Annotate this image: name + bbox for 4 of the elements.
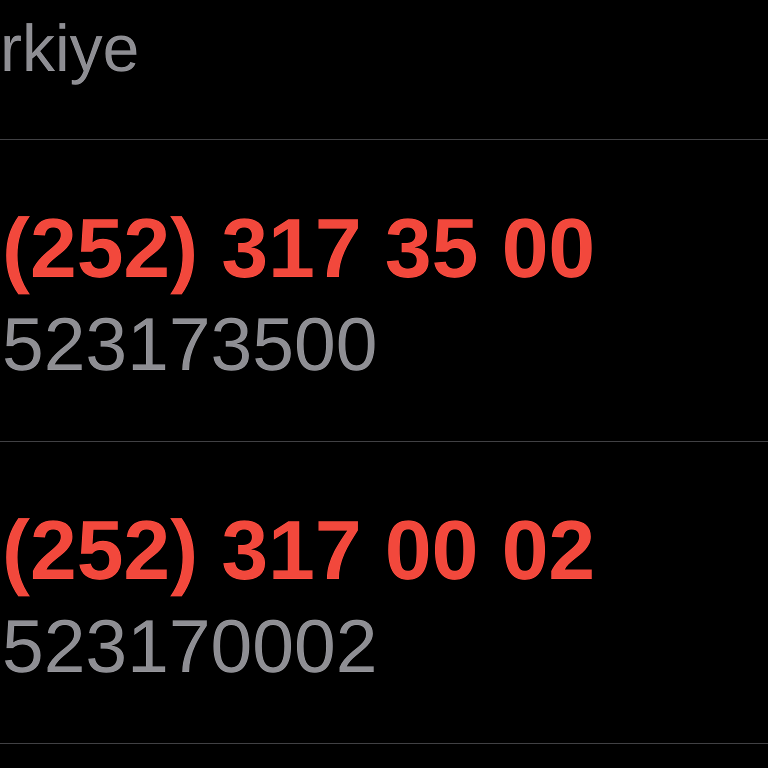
phone-number-link[interactable]: (252) 317 35 00 bbox=[2, 198, 596, 299]
phone-digits: 523173500 bbox=[2, 300, 378, 388]
phone-digits: 523170002 bbox=[2, 602, 378, 690]
phone-number-link[interactable]: (252) 317 00 02 bbox=[2, 500, 596, 601]
